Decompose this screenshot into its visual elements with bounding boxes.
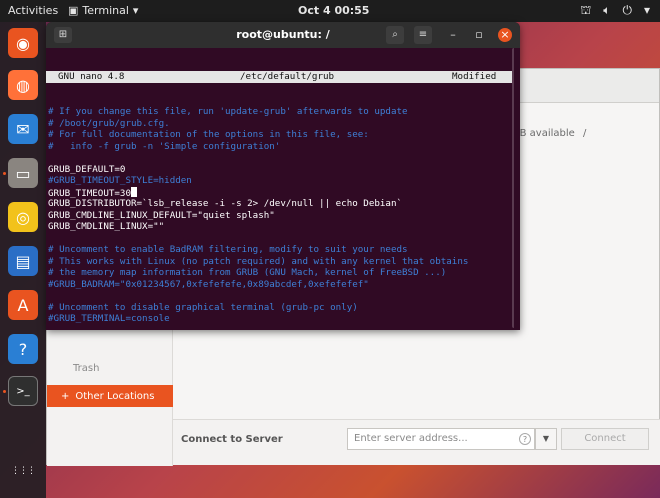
terminal-window: ⊞ root@ubuntu: / ⌕ ≡ – ▫ × GNU nano 4.8 … — [46, 22, 520, 330]
nano-line-text: # the memory map information from GRUB (… — [48, 267, 447, 278]
nano-line-text: # Uncomment to disable graphical termina… — [48, 301, 358, 313]
nano-line: # Uncomment to disable graphical termina… — [46, 302, 514, 314]
nano-line-text: # info -f grub -n 'Simple configuration' — [48, 140, 281, 152]
nano-line-text: #GRUB_BADRAM="0x01234567,0xfefefefe,0x89… — [48, 278, 369, 290]
clock[interactable]: Oct 4 00:55 — [298, 4, 369, 17]
close-icon[interactable]: × — [498, 28, 512, 42]
nano-text-area[interactable]: # If you change this file, run 'update-g… — [46, 106, 514, 325]
app-menu-label: Terminal — [82, 4, 129, 17]
nano-line: # the memory map information from GRUB (… — [46, 267, 514, 279]
terminal-scrollbar[interactable] — [512, 48, 514, 328]
terminal-titlebar[interactable]: ⊞ root@ubuntu: / ⌕ ≡ – ▫ × — [46, 22, 520, 48]
nano-line: # If you change this file, run 'update-g… — [46, 106, 514, 118]
help-icon[interactable]: ? — [8, 334, 38, 364]
chevron-down-icon: ▾ — [643, 3, 650, 17]
nano-line-text: # For full documentation of the options … — [48, 129, 369, 140]
nano-line: # For full documentation of the options … — [46, 129, 514, 141]
nano-line: # This works with Linux (no patch requir… — [46, 256, 514, 268]
nano-line: GRUB_CMDLINE_LINUX_DEFAULT="quiet splash… — [46, 210, 514, 222]
app-menu[interactable]: ▣ Terminal ▾ — [68, 4, 138, 17]
nano-line: GRUB_DEFAULT=0 — [46, 164, 514, 176]
nano-filename: /etc/default/grub — [240, 71, 335, 82]
help-icon[interactable]: ? — [519, 433, 531, 445]
connect-to-server-label: Connect to Server — [181, 434, 283, 445]
nano-line: #GRUB_BADRAM="0x01234567,0xfefefefe,0x89… — [46, 279, 514, 291]
nano-line: #GRUB_TERMINAL=console — [46, 313, 514, 325]
search-icon[interactable]: ⌕ — [386, 26, 404, 44]
nano-line-text: # If you change this file, run 'update-g… — [48, 106, 408, 117]
nano-line — [46, 152, 514, 164]
activities-button[interactable]: Activities — [8, 4, 58, 17]
chevron-down-icon: ▾ — [132, 4, 139, 17]
nano-line-text: # This works with Linux (no patch requir… — [48, 255, 469, 267]
files-icon[interactable]: ▭ — [8, 158, 38, 188]
connect-button[interactable]: Connect — [561, 428, 649, 450]
nano-line: # Uncomment to enable BadRAM filtering, … — [46, 244, 514, 256]
minimize-icon[interactable]: – — [446, 28, 460, 42]
nano-line: GRUB_DISTRIBUTOR=`lsb_release -i -s 2> /… — [46, 198, 514, 210]
nano-line: GRUB_CMDLINE_LINUX="" — [46, 221, 514, 233]
nano-line-text: GRUB_TIMEOUT=30 — [48, 187, 131, 199]
system-tray[interactable]: ⛫ 🔈︎ ⏻ ▾ — [580, 3, 650, 19]
nano-line: # info -f grub -n 'Simple configuration' — [46, 141, 514, 153]
connect-bar: Connect to Server Enter server address..… — [173, 419, 660, 465]
nano-line: #GRUB_TIMEOUT_STYLE=hidden — [46, 175, 514, 187]
nano-line-text: GRUB_CMDLINE_LINUX_DEFAULT="quiet splash… — [48, 209, 275, 221]
nano-line-text: GRUB_CMDLINE_LINUX="" — [48, 221, 165, 232]
server-address-input[interactable]: Enter server address... — [347, 428, 535, 450]
nano-line — [46, 290, 514, 302]
dock: ◉ ◍ ✉ ▭ ◎ ▤ A? >_ ⋮⋮⋮ — [0, 22, 46, 498]
nano-editor[interactable]: GNU nano 4.8 /etc/default/grub Modified … — [46, 48, 514, 330]
text-cursor — [130, 186, 137, 197]
path-separator: / — [583, 128, 587, 139]
nano-line-text: GRUB_DISTRIBUTOR=`lsb_release -i -s 2> /… — [48, 198, 403, 209]
volume-icon: 🔈︎ — [603, 3, 611, 17]
show-apps-icon[interactable]: ⋮⋮⋮ — [8, 456, 38, 486]
nano-line-text: GRUB_DEFAULT=0 — [48, 163, 126, 175]
thunderbird-icon[interactable]: ✉ — [8, 114, 38, 144]
sidebar-item-label: Other Locations — [75, 390, 155, 402]
running-indicator — [3, 390, 6, 393]
running-indicator — [3, 172, 6, 175]
nano-line — [46, 233, 514, 245]
libreoffice-writer-icon[interactable]: ▤ — [8, 246, 38, 276]
maximize-icon[interactable]: ▫ — [472, 28, 486, 42]
sidebar-item-trash[interactable]: Trash — [73, 363, 99, 374]
server-history-dropdown[interactable]: ▼ — [535, 428, 557, 450]
nano-line-text: #GRUB_TERMINAL=console — [48, 313, 170, 324]
power-icon: ⏻ — [622, 3, 632, 17]
plus-icon: + — [61, 390, 70, 402]
rhythmbox-icon[interactable]: ◎ — [8, 202, 38, 232]
nano-line-text: #GRUB_TIMEOUT_STYLE=hidden — [48, 175, 192, 186]
terminal-app-icon: ▣ — [68, 4, 79, 17]
top-bar: Activities ▣ Terminal ▾ Oct 4 00:55 ⛫ 🔈︎… — [0, 0, 660, 22]
nano-line-text: # Uncomment to enable BadRAM filtering, … — [48, 244, 408, 255]
network-icon: ⛫ — [580, 3, 592, 17]
nano-line: GRUB_TIMEOUT=30 — [46, 186, 514, 199]
disk-available-text: MB available — [511, 128, 575, 139]
nano-version: GNU nano 4.8 — [58, 71, 125, 82]
sidebar-item-other-locations[interactable]: + Other Locations — [47, 385, 173, 407]
ubuntu-software-icon[interactable]: ◉ — [8, 28, 38, 58]
terminal-icon[interactable]: >_ — [8, 376, 38, 406]
nano-modified-flag: Modified — [452, 71, 497, 82]
firefox-icon[interactable]: ◍ — [8, 70, 38, 100]
hamburger-menu-icon[interactable]: ≡ — [414, 26, 432, 44]
software-center-icon[interactable]: A — [8, 290, 38, 320]
nano-line: # /boot/grub/grub.cfg. — [46, 118, 514, 130]
nano-status-bar: GNU nano 4.8 /etc/default/grub Modified — [46, 71, 514, 83]
